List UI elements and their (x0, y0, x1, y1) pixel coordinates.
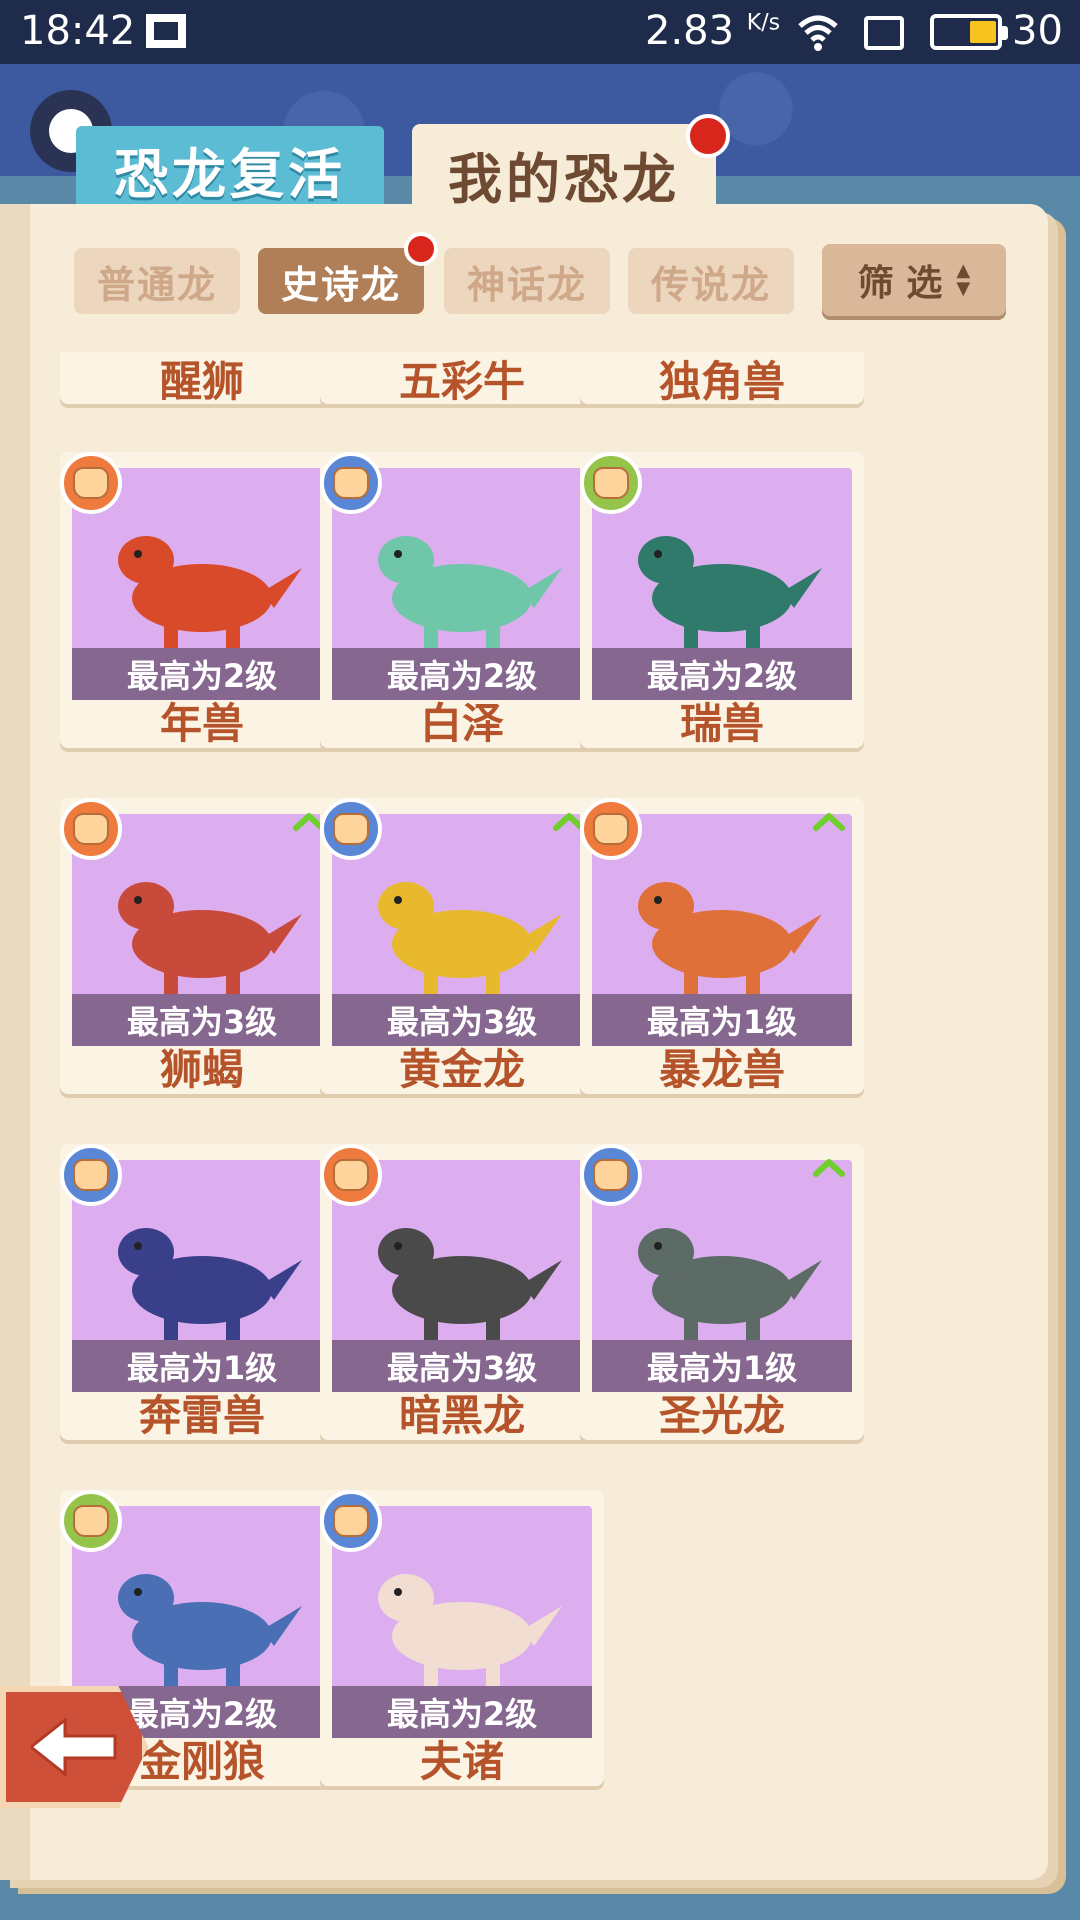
subtab-normal[interactable]: 普通龙 (74, 248, 240, 314)
dinosaur-card[interactable]: 最高为2级 瑞兽 (580, 452, 864, 748)
dinosaur-card[interactable]: 最高为3级 暗黑龙 (320, 1144, 604, 1440)
subtab-myth[interactable]: 神话龙 (444, 248, 610, 314)
dinosaur-name: 暴龙兽 (658, 1045, 785, 1094)
dinosaur-name: 瑞兽 (679, 699, 764, 748)
upgrade-arrow-icon (813, 1159, 845, 1177)
network-speed: 2.83 K/s (645, 8, 781, 54)
status-time: 18:42 (20, 8, 136, 54)
dinosaur-image (118, 1228, 302, 1340)
dinosaur-name: 醒狮 (159, 357, 244, 406)
dinosaur-image (118, 882, 302, 994)
image-notification-icon (146, 14, 186, 48)
hand-glyph (593, 467, 629, 499)
hand-glyph (333, 467, 369, 499)
paper-hand-icon (320, 1144, 382, 1206)
max-level-label: 最高为2级 (332, 1686, 592, 1738)
hand-glyph (73, 813, 109, 845)
hand-glyph (593, 1159, 629, 1191)
hand-glyph (333, 1505, 369, 1537)
status-bar: 18:42 2.83 K/s 30 (0, 0, 1080, 64)
wifi-icon (798, 15, 838, 51)
dinosaur-name: 奔雷兽 (138, 1391, 265, 1440)
subtab-epic[interactable]: 史诗龙 (258, 248, 424, 314)
dinosaur-card[interactable]: 五彩牛 (320, 352, 604, 406)
hand-glyph (333, 1159, 369, 1191)
dinosaur-grid[interactable]: 醒狮 五彩牛 独角兽 最高为2级 年兽 最高为2级 白泽 最高为2级 瑞兽 最高为3级 狮蝎 最高为3… (60, 352, 1020, 1824)
tab-dinosaur-revive[interactable]: 恐龙复活 (76, 126, 384, 212)
dinosaur-card[interactable]: 醒狮 (60, 352, 344, 406)
dinosaur-card[interactable]: 最高为1级 圣光龙 (580, 1144, 864, 1440)
dinosaur-card[interactable]: 独角兽 (580, 352, 864, 406)
dinosaur-name: 暗黑龙 (398, 1391, 525, 1440)
dinosaur-name: 五彩牛 (398, 357, 525, 406)
dinosaur-name: 年兽 (159, 699, 244, 748)
dinosaur-name: 黄金龙 (398, 1045, 525, 1094)
max-level-label: 最高为2级 (72, 648, 332, 700)
hand-glyph (73, 467, 109, 499)
paper-hand-icon (60, 798, 122, 860)
max-level-label: 最高为1级 (72, 1340, 332, 1392)
dinosaur-name: 独角兽 (658, 357, 785, 406)
tab-my-dinosaurs[interactable]: 我的恐龙 (412, 124, 716, 224)
dinosaur-card[interactable]: 最高为2级 白泽 (320, 452, 604, 748)
back-arrow-icon (31, 1718, 117, 1776)
max-level-label: 最高为1级 (592, 1340, 852, 1392)
rock-hand-icon (580, 1144, 642, 1206)
hand-glyph (73, 1505, 109, 1537)
scissors-hand-icon (60, 1490, 122, 1552)
notification-dot (404, 232, 438, 266)
scissors-hand-icon (580, 452, 642, 514)
filter-label: 筛 选 (857, 263, 943, 304)
dinosaur-image (118, 1574, 302, 1686)
dinosaur-image (378, 1574, 562, 1686)
rock-hand-icon (60, 1144, 122, 1206)
back-button[interactable] (0, 1686, 148, 1808)
subtab-legend[interactable]: 传说龙 (628, 248, 794, 314)
paper-hand-icon (580, 798, 642, 860)
battery-percent: 30 (1012, 8, 1063, 54)
dinosaur-image (638, 1228, 822, 1340)
rock-hand-icon (320, 1490, 382, 1552)
filter-button[interactable]: 筛 选 ▲ ▼ (822, 244, 1006, 316)
dinosaur-name: 圣光龙 (658, 1391, 785, 1440)
sim-card-icon (864, 16, 904, 50)
battery-icon (930, 14, 1008, 50)
dinosaur-image (378, 1228, 562, 1340)
dinosaur-card[interactable]: 最高为2级 夫诸 (320, 1490, 604, 1786)
dinosaur-card[interactable]: 最高为2级 年兽 (60, 452, 344, 748)
max-level-label: 最高为3级 (332, 994, 592, 1046)
dinosaur-image (378, 882, 562, 994)
hand-glyph (333, 813, 369, 845)
max-level-label: 最高为3级 (72, 994, 332, 1046)
dinosaur-image (118, 536, 302, 648)
dinosaur-card[interactable]: 最高为3级 黄金龙 (320, 798, 604, 1094)
max-level-label: 最高为2级 (332, 648, 592, 700)
book-spine (0, 204, 30, 1880)
dinosaur-card[interactable]: 最高为1级 奔雷兽 (60, 1144, 344, 1440)
dinosaur-image (638, 882, 822, 994)
hand-glyph (73, 1159, 109, 1191)
rock-hand-icon (320, 452, 382, 514)
max-level-label: 最高为3级 (332, 1340, 592, 1392)
max-level-label: 最高为2级 (592, 648, 852, 700)
paper-hand-icon (60, 452, 122, 514)
dinosaur-card[interactable]: 最高为1级 暴龙兽 (580, 798, 864, 1094)
dinosaur-name: 白泽 (419, 699, 504, 748)
upgrade-arrow-icon (813, 813, 845, 831)
notification-dot (686, 114, 730, 158)
sort-arrows-icon: ▲ ▼ (956, 260, 971, 299)
rock-hand-icon (320, 798, 382, 860)
dinosaur-name: 狮蝎 (159, 1045, 244, 1094)
dinosaur-image (378, 536, 562, 648)
dinosaur-card[interactable]: 最高为3级 狮蝎 (60, 798, 344, 1094)
hand-glyph (593, 813, 629, 845)
dinosaur-name: 夫诸 (419, 1737, 504, 1786)
max-level-label: 最高为1级 (592, 994, 852, 1046)
dinosaur-image (638, 536, 822, 648)
